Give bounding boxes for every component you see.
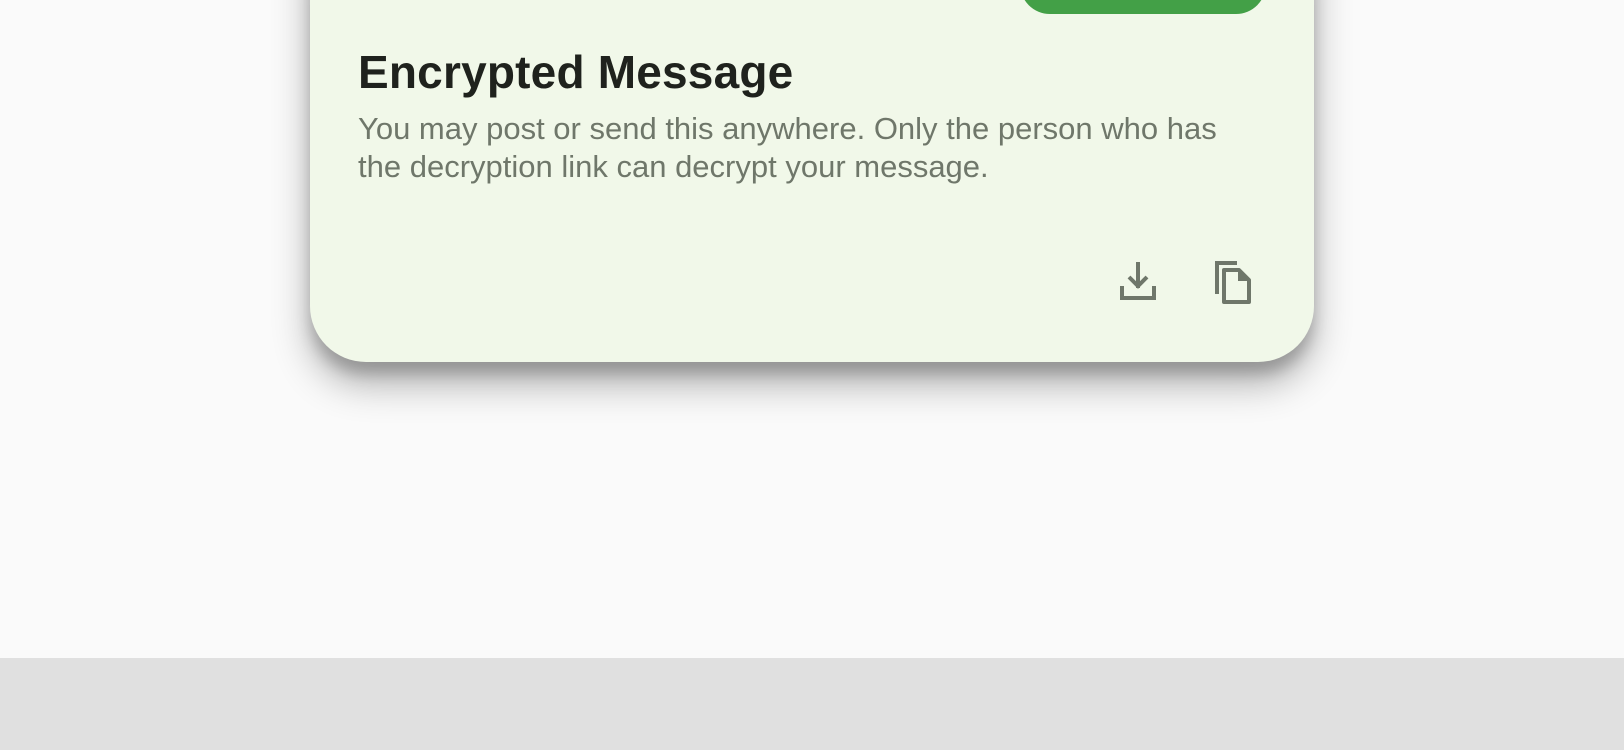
encrypted-message-card: Encrypted Message You may post or send t… xyxy=(310,0,1314,362)
card-title: Encrypted Message xyxy=(358,46,794,98)
primary-action-button[interactable] xyxy=(1020,0,1266,14)
download-button[interactable] xyxy=(1110,254,1166,310)
bottom-bar xyxy=(0,658,1624,750)
download-icon xyxy=(1120,262,1156,300)
copy-icon xyxy=(1215,261,1251,304)
card-description: You may post or send this anywhere. Only… xyxy=(358,111,1217,184)
page-background: Encrypted Message You may post or send t… xyxy=(0,0,1624,658)
copy-button[interactable] xyxy=(1205,254,1261,310)
